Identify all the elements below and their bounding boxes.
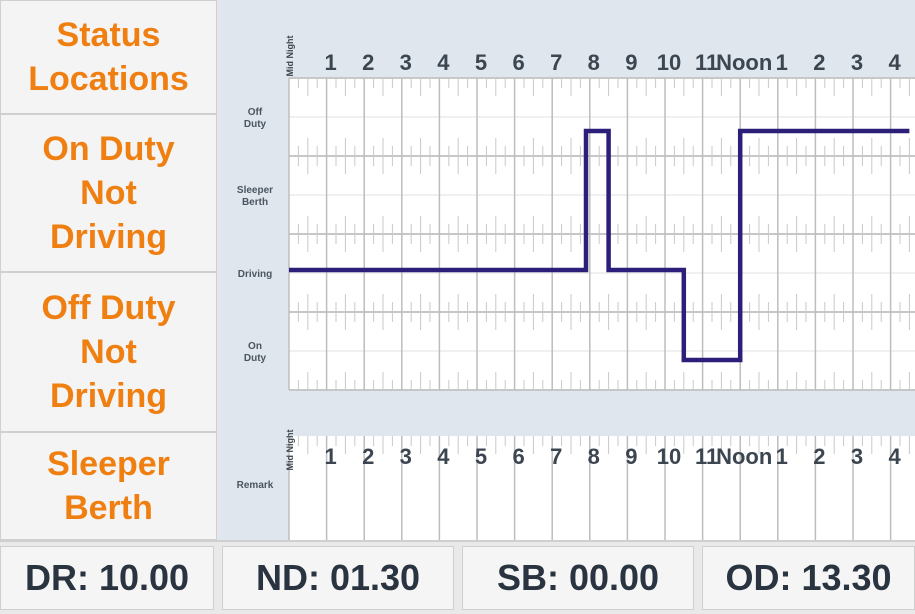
remark-label: Remark	[237, 480, 274, 491]
hour-label-top: 3	[400, 50, 412, 75]
hour-label-mid: 6	[512, 444, 524, 469]
total-sb-label: SB: 00.00	[496, 557, 660, 598]
hour-label-top: 10	[657, 50, 681, 75]
hour-label-mid: 8	[588, 444, 600, 469]
hour-label-mid: 5	[475, 444, 487, 469]
hour-label-mid: Noon	[716, 444, 772, 469]
hour-label-mid: 3	[851, 444, 863, 469]
hour-label-mid: 7	[550, 444, 562, 469]
total-od-label: OD: 13.30	[725, 557, 892, 598]
hour-label-top: 8	[588, 50, 600, 75]
hour-label-top: 7	[550, 50, 562, 75]
off-duty-not-driving-label: Off Duty Not Driving	[41, 289, 176, 415]
hour-label-top: 3	[851, 50, 863, 75]
hour-label-mid: 11	[695, 444, 718, 469]
total-sleeper-berth[interactable]: SB: 00.00	[462, 546, 694, 610]
totals-bar: DR: 10.00 ND: 01.30 SB: 00.00 OD: 13.30	[0, 540, 915, 614]
hour-label-mid: 2	[362, 444, 374, 469]
hour-label-mid: 4	[888, 444, 901, 469]
hour-label-top: 4	[888, 50, 901, 75]
row-label: On	[248, 341, 262, 352]
row-label: Sleeper	[237, 185, 273, 196]
total-on-duty-not-driving[interactable]: ND: 01.30	[222, 546, 454, 610]
total-driving-label: DR: 10.00	[24, 557, 190, 598]
sleeper-berth-button[interactable]: Sleeper Berth	[0, 432, 217, 540]
hour-label-mid: 1	[776, 444, 788, 469]
duty-graph: Mid Night 1 2 3 4 5 6 7 8 9 10 11Noon 1 2 3 4Mid Night 1…	[237, 36, 915, 540]
on-duty-not-driving-button[interactable]: On Duty Not Driving	[0, 114, 217, 272]
hour-label-top: Mid Night	[285, 36, 295, 77]
on-duty-not-driving-label: On Duty Not Driving	[42, 130, 175, 256]
duty-status-grid: Mid Night 1 2 3 4 5 6 7 8 9 10 11 Noon 1 2 3 4 Mid Night 1…	[219, 0, 915, 540]
row-label: Driving	[238, 269, 272, 280]
hour-label-top: 2	[362, 50, 374, 75]
status-panel: Status Locations On Duty Not Driving Off…	[0, 0, 219, 540]
hour-label-mid: Mid Night	[285, 430, 295, 471]
row-label: Duty	[244, 353, 267, 364]
hour-label-top: 1	[324, 50, 336, 75]
sleeper-berth-label: Sleeper Berth	[47, 445, 170, 527]
hour-label-top: 5	[475, 50, 487, 75]
hour-label-top: 2	[813, 50, 825, 75]
row-label: Off	[248, 107, 263, 118]
hour-label-top: 4	[437, 50, 450, 75]
hour-label-top: 6	[512, 50, 524, 75]
hour-label-mid: 4	[437, 444, 450, 469]
hour-label-mid: 3	[400, 444, 412, 469]
total-nd-label: ND: 01.30	[255, 557, 421, 598]
hour-label-top: 1	[776, 50, 788, 75]
hour-label-top: 11	[695, 50, 718, 75]
hour-label-top: Noon	[716, 50, 772, 75]
row-label: Duty	[244, 119, 267, 130]
hour-label-mid: 9	[625, 444, 637, 469]
status-locations-label: Status Locations	[28, 16, 189, 98]
total-off-duty[interactable]: OD: 13.30	[702, 546, 915, 610]
hour-label-mid: 10	[657, 444, 681, 469]
hour-label-mid: 1	[324, 444, 336, 469]
status-locations-button[interactable]: Status Locations	[0, 0, 217, 114]
hour-label-mid: 2	[813, 444, 825, 469]
total-driving[interactable]: DR: 10.00	[0, 546, 214, 610]
off-duty-not-driving-button[interactable]: Off Duty Not Driving	[0, 272, 217, 432]
hour-label-top: 9	[625, 50, 637, 75]
row-label: Berth	[242, 197, 268, 208]
